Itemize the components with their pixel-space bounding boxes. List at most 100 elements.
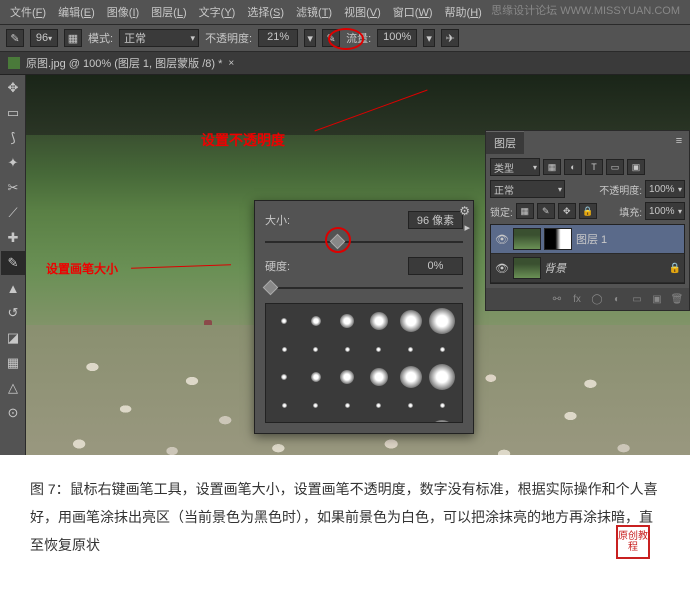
adjustment-icon[interactable]: ◐ (608, 291, 626, 307)
document-tab[interactable]: 原图.jpg @ 100% (图层 1, 图层蒙版 /8) * × (8, 55, 234, 71)
menu-help[interactable]: 帮助(H) (439, 2, 488, 22)
brush-preset-item[interactable] (269, 391, 299, 419)
brush-preset-item[interactable] (427, 363, 457, 391)
brush-preset-item[interactable] (301, 419, 331, 423)
stamp-tool[interactable]: ▲ (1, 276, 25, 300)
airbrush-icon[interactable]: ✈ (441, 29, 459, 47)
layer-filter-kind[interactable]: 类型 (490, 158, 540, 176)
brush-preset-item[interactable] (427, 419, 457, 423)
brush-preset-item[interactable] (332, 363, 362, 391)
layer-name[interactable]: 背景 (544, 260, 566, 276)
crop-tool[interactable]: ✂ (1, 176, 25, 200)
eraser-tool[interactable]: ◪ (1, 326, 25, 350)
menu-image[interactable]: 图像(I) (101, 2, 145, 22)
brush-preset-item[interactable] (332, 391, 362, 419)
delete-icon[interactable]: 🗑 (668, 291, 686, 307)
layer-row[interactable]: 👁 图层 1 (491, 225, 684, 254)
brush-preset-item[interactable] (427, 307, 457, 335)
menu-layer[interactable]: 图层(L) (145, 2, 192, 22)
popup-flyout-icon[interactable]: ▸ (464, 221, 470, 234)
canvas[interactable]: 设置不透明度 设置画笔大小 ⚙ ▸ 大小: 硬度: (26, 75, 690, 455)
brush-hardness-input[interactable] (408, 257, 463, 275)
flow-input[interactable]: 100% (377, 29, 417, 47)
brush-preset-item[interactable] (364, 335, 394, 363)
filter-type-icon[interactable]: T (585, 159, 603, 175)
opacity-dropdown-icon[interactable]: ▾ (304, 29, 316, 47)
brush-preset-item[interactable] (396, 391, 426, 419)
brush-preset-item[interactable] (269, 335, 299, 363)
mask-icon[interactable]: ◯ (588, 291, 606, 307)
brush-preset-item[interactable] (396, 307, 426, 335)
brush-preset-item[interactable]: 50 (364, 419, 394, 423)
layer-blend-dropdown[interactable]: 正常 (490, 180, 565, 198)
dodge-tool[interactable]: ⊙ (1, 401, 25, 425)
group-icon[interactable]: ▭ (628, 291, 646, 307)
filter-smart-icon[interactable]: ▣ (627, 159, 645, 175)
brush-preset-picker[interactable]: 96▾ (30, 29, 58, 47)
brush-tool-icon[interactable]: ✎ (6, 29, 24, 47)
brush-size-slider[interactable] (265, 235, 463, 249)
filter-shape-icon[interactable]: ▭ (606, 159, 624, 175)
fx-icon[interactable]: fx (568, 291, 586, 307)
lasso-tool[interactable]: ⟆ (1, 126, 25, 150)
opacity-input[interactable]: 21% (258, 29, 298, 47)
eyedropper-tool[interactable]: ⟋ (1, 201, 25, 225)
layer-name[interactable]: 图层 1 (576, 231, 607, 247)
history-brush-tool[interactable]: ↺ (1, 301, 25, 325)
brush-size-input[interactable] (408, 211, 463, 229)
layer-thumbnail[interactable] (513, 228, 541, 250)
menu-edit[interactable]: 编辑(E) (52, 2, 101, 22)
flow-dropdown-icon[interactable]: ▾ (423, 29, 435, 47)
menu-view[interactable]: 视图(V) (338, 2, 387, 22)
menu-type[interactable]: 文字(Y) (193, 2, 242, 22)
brush-preset-item[interactable] (396, 419, 426, 423)
layers-tab[interactable]: 图层 (486, 131, 524, 154)
close-tab-icon[interactable]: × (228, 58, 234, 69)
brush-panel-toggle-icon[interactable]: ▦ (64, 29, 82, 47)
new-layer-icon[interactable]: ▣ (648, 291, 666, 307)
brush-preset-item[interactable]: 25 (332, 419, 362, 423)
brush-preset-item[interactable] (301, 363, 331, 391)
menu-select[interactable]: 选择(S) (241, 2, 290, 22)
slider-thumb[interactable] (263, 280, 279, 296)
brush-preset-item[interactable] (364, 363, 394, 391)
brush-preset-item[interactable] (301, 307, 331, 335)
blend-mode-dropdown[interactable]: 正常 (119, 29, 199, 47)
brush-preset-item[interactable] (269, 419, 299, 423)
panel-flyout-icon[interactable]: ≡ (672, 134, 686, 148)
visibility-icon[interactable]: 👁 (494, 260, 510, 276)
layer-thumbnail[interactable] (513, 257, 541, 279)
move-tool[interactable]: ✥ (1, 76, 25, 100)
menu-filter[interactable]: 滤镜(T) (290, 2, 338, 22)
blur-tool[interactable]: △ (1, 376, 25, 400)
brush-tool[interactable]: ✎ (1, 251, 25, 275)
slider-thumb[interactable] (330, 234, 346, 250)
brush-preset-item[interactable] (427, 391, 457, 419)
brush-preset-item[interactable] (269, 307, 299, 335)
brush-preset-item[interactable] (332, 335, 362, 363)
visibility-icon[interactable]: 👁 (494, 231, 510, 247)
brush-preset-item[interactable] (396, 363, 426, 391)
brush-preset-item[interactable] (427, 335, 457, 363)
layer-row[interactable]: 👁 背景 🔒 (491, 254, 684, 283)
menu-file[interactable]: 文件(F) (4, 2, 52, 22)
brush-preset-item[interactable] (269, 363, 299, 391)
wand-tool[interactable]: ✦ (1, 151, 25, 175)
lock-position-icon[interactable]: ✥ (558, 203, 576, 219)
lock-pixels-icon[interactable]: ✎ (537, 203, 555, 219)
brush-preset-item[interactable] (332, 307, 362, 335)
brush-preset-item[interactable] (364, 307, 394, 335)
brush-preset-item[interactable] (364, 391, 394, 419)
popup-menu-icon[interactable]: ⚙ (459, 204, 470, 218)
filter-adjust-icon[interactable]: ◐ (564, 159, 582, 175)
brush-preset-item[interactable] (396, 335, 426, 363)
menu-window[interactable]: 窗口(W) (387, 2, 439, 22)
brush-preset-item[interactable] (301, 335, 331, 363)
marquee-tool[interactable]: ▭ (1, 101, 25, 125)
layer-opacity-input[interactable]: 100% (645, 180, 685, 198)
pressure-opacity-icon[interactable]: ✎ (322, 29, 340, 47)
lock-all-icon[interactable]: 🔒 (579, 203, 597, 219)
link-layers-icon[interactable]: ⚯ (548, 291, 566, 307)
brush-preset-item[interactable] (301, 391, 331, 419)
fill-input[interactable]: 100% (645, 202, 685, 220)
